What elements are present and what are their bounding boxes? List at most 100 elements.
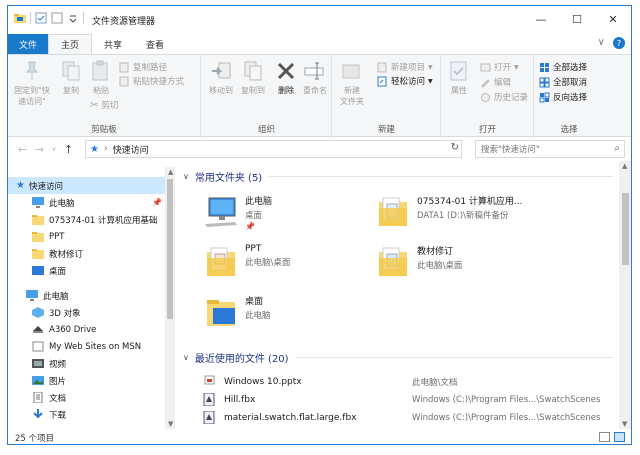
- address-path[interactable]: 快速访问: [113, 143, 149, 156]
- copy-icon: [62, 61, 80, 81]
- nav-item-folder-075374[interactable]: 075374-01 计算机应用基础: [8, 211, 165, 228]
- tiles-view-icon[interactable]: [614, 432, 625, 442]
- frequent-tile-075374[interactable]: 075374-01 计算机应用... DATA1 (D:)\新稿件备份: [375, 194, 523, 230]
- nav-item-3d-objects[interactable]: 3D 对象: [8, 304, 165, 321]
- scroll-down-arrow-icon[interactable]: ▼: [622, 420, 627, 428]
- view-toggle: [599, 432, 625, 442]
- desktop-folder-icon: [207, 300, 235, 326]
- recent-file-row[interactable]: Windows 10.pptx 此电脑\文档: [203, 373, 619, 390]
- edit-button[interactable]: 编辑: [480, 76, 511, 88]
- copy-to-label: 复制到: [241, 86, 265, 95]
- refresh-icon[interactable]: ↻: [451, 142, 459, 153]
- nav-item-documents[interactable]: 文档: [8, 389, 165, 406]
- nav-item-downloads[interactable]: 下载: [8, 406, 165, 423]
- up-arrow-icon[interactable]: ↑: [60, 143, 77, 156]
- frequent-tile-ppt[interactable]: PPT 此电脑\桌面: [203, 244, 290, 280]
- file-location: 此电脑\文档: [412, 377, 458, 388]
- properties-button[interactable]: 属性: [446, 59, 472, 96]
- new-folder-button[interactable]: 新建 文件夹: [337, 59, 367, 107]
- tab-share[interactable]: 共享: [92, 34, 134, 54]
- nav-item-my-web-sites[interactable]: My Web Sites on MSN: [8, 338, 165, 355]
- maximize-button[interactable]: ☐: [559, 6, 595, 32]
- nav-item-desktop[interactable]: 桌面: [8, 262, 165, 279]
- desktop-icon: [32, 266, 44, 275]
- scroll-down-arrow-icon[interactable]: ▼: [168, 420, 173, 428]
- pictures-icon: [32, 376, 44, 385]
- nav-item-pictures[interactable]: 图片: [8, 372, 165, 389]
- content-scrollbar-thumb[interactable]: [622, 193, 629, 265]
- tab-file[interactable]: 文件: [8, 34, 48, 54]
- forward-arrow-icon[interactable]: →: [31, 143, 48, 156]
- minimize-button[interactable]: —: [523, 6, 559, 32]
- organize-group-label: 组织: [257, 125, 275, 135]
- frequent-tile-textbook[interactable]: 教材修订 此电脑\桌面: [375, 244, 462, 280]
- scroll-up-arrow-icon[interactable]: ▲: [168, 168, 173, 176]
- content-scrollbar[interactable]: ▲ ▼: [619, 161, 631, 429]
- move-to-button[interactable]: 移动到: [206, 59, 236, 96]
- pin-quick-access-button[interactable]: 固定到"快 速访问": [12, 59, 52, 107]
- copy-button[interactable]: 复制: [58, 59, 84, 96]
- recent-files-header[interactable]: ∨ 最近使用的文件 (20): [183, 350, 613, 365]
- open-group-label: 打开: [478, 125, 496, 135]
- separator: [30, 12, 31, 24]
- copy-path-button[interactable]: 复制路径: [119, 61, 167, 73]
- properties-icon[interactable]: [35, 12, 47, 24]
- nav-item-this-pc-pinned[interactable]: 此电脑 📌: [8, 194, 165, 211]
- search-box[interactable]: 搜索"快速访问" ⌕: [475, 140, 625, 158]
- scroll-up-arrow-icon[interactable]: ▲: [622, 162, 627, 170]
- select-none-label: 全部取消: [553, 78, 588, 88]
- nav-item-a360-drive[interactable]: A360 Drive: [8, 321, 165, 338]
- collapse-ribbon-icon[interactable]: ∨: [598, 37, 605, 49]
- invert-selection-button[interactable]: 反向选择: [539, 91, 587, 103]
- nav-item-folder-textbook[interactable]: 教材修订: [8, 245, 165, 262]
- address-row: ← → ∨ ↑ ★ › 快速访问 ↻ 搜索"快速访问" ⌕: [8, 138, 631, 160]
- frequent-tile-this-pc[interactable]: 此电脑 桌面 📌: [203, 194, 272, 231]
- select-none-button[interactable]: 全部取消: [539, 76, 587, 88]
- nav-item-label: My Web Sites on MSN: [49, 341, 142, 352]
- nav-item-this-pc[interactable]: 此电脑: [8, 287, 165, 304]
- details-view-icon[interactable]: [599, 432, 610, 442]
- recent-file-row[interactable]: material.swatch.flat.large.fbx Windows (…: [203, 409, 619, 426]
- frequent-folders-header[interactable]: ∨ 常用文件夹 (5): [183, 169, 613, 184]
- tab-home[interactable]: 主页: [48, 34, 93, 54]
- nav-item-label: 桌面: [49, 266, 67, 277]
- cut-button[interactable]: ✂ 剪切: [90, 99, 118, 112]
- new-folder-icon: [342, 64, 360, 79]
- delete-button[interactable]: 删除: [274, 59, 298, 96]
- help-icon[interactable]: ?: [613, 37, 625, 49]
- folder-docs-icon: [379, 247, 407, 276]
- tile-text: 教材修订 此电脑\桌面: [417, 244, 462, 271]
- select-all-button[interactable]: 全部选择: [539, 61, 587, 73]
- copy-to-button[interactable]: 复制到: [238, 59, 268, 96]
- open-icon: [480, 63, 491, 71]
- paste-button[interactable]: 粘贴: [88, 59, 114, 96]
- clipboard-group: 固定到"快 速访问" 复制 粘贴 复制路径 粘贴快捷方式 ✂ 剪切 剪贴板: [8, 55, 201, 138]
- recent-locations-icon[interactable]: ∨: [48, 145, 60, 153]
- new-item-button[interactable]: 新建项目 ▼: [377, 61, 433, 73]
- recent-file-row[interactable]: Hill.fbx Windows (C:)\Program Files...\S…: [203, 391, 619, 408]
- nav-item-quick-access[interactable]: ★ 快速访问: [8, 177, 165, 194]
- search-icon[interactable]: ⌕: [614, 143, 620, 154]
- nav-item-folder-ppt[interactable]: PPT: [8, 228, 165, 245]
- paste-shortcut-button[interactable]: 粘贴快捷方式: [119, 75, 184, 87]
- frequent-tile-desktop[interactable]: 桌面 此电脑: [203, 294, 271, 330]
- close-button[interactable]: ✕: [595, 6, 631, 32]
- customize-toolbar-icon[interactable]: [67, 12, 79, 24]
- address-bar[interactable]: ★ › 快速访问 ↻: [85, 140, 462, 158]
- easy-access-icon: [377, 76, 387, 86]
- cloud-drive-icon: [33, 326, 43, 333]
- nav-item-videos[interactable]: 视频: [8, 355, 165, 372]
- nav-scrollbar-thumb[interactable]: [167, 179, 173, 319]
- folder-icon: [32, 215, 44, 225]
- easy-access-button[interactable]: 轻松访问 ▼: [377, 75, 433, 87]
- new-folder-icon[interactable]: [51, 12, 63, 24]
- tab-view[interactable]: 查看: [134, 34, 176, 54]
- rename-button[interactable]: 重命名: [301, 59, 329, 96]
- nav-scrollbar[interactable]: ▲ ▼: [165, 167, 175, 429]
- history-button[interactable]: 历史记录: [480, 91, 528, 103]
- tile-location: DATA1 (D:)\新稿件备份: [417, 211, 509, 221]
- open-button[interactable]: 打开 ▼: [480, 61, 519, 73]
- select-all-icon: [540, 62, 549, 72]
- back-arrow-icon[interactable]: ←: [14, 143, 31, 156]
- new-group-label: 新建: [377, 125, 395, 135]
